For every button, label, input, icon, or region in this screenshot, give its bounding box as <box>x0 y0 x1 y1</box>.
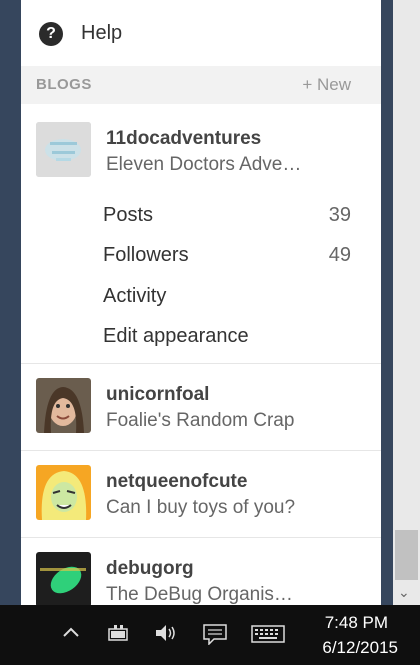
blogs-section-title: BLOGS <box>36 76 92 93</box>
blogs-section-header: BLOGS + New <box>21 66 381 104</box>
blog-entry[interactable]: unicornfoal Foalie's Random Crap <box>21 364 381 451</box>
help-menu-item[interactable]: ? Help <box>21 0 381 66</box>
blog-name[interactable]: 11docadventures <box>106 128 261 150</box>
blog-subtitle: Eleven Doctors Adve… <box>106 154 302 175</box>
battery-icon[interactable] <box>105 623 131 643</box>
blog-subtitle: The DeBug Organis… <box>106 584 293 605</box>
chevron-up-icon[interactable] <box>62 623 80 641</box>
edit-appearance-label: Edit appearance <box>103 325 249 347</box>
blog-followers-item[interactable]: Followers 49 <box>103 244 351 274</box>
clock-date[interactable]: 6/12/2015 <box>322 638 398 658</box>
posts-label: Posts <box>103 204 154 226</box>
activity-label: Activity <box>103 285 167 307</box>
blog-avatar[interactable] <box>36 122 91 177</box>
blog-activity-item[interactable]: Activity <box>103 285 351 315</box>
blog-edit-appearance-item[interactable]: Edit appearance <box>103 325 351 355</box>
blog-avatar <box>36 552 91 605</box>
windows-taskbar: 7:48 PM 6/12/2015 <box>0 605 420 665</box>
scrollbar-thumb[interactable] <box>395 530 418 580</box>
user-photo-icon <box>36 378 91 433</box>
blog-entry[interactable]: netqueenofcute Can I buy toys of you? <box>21 451 381 538</box>
blog-posts-item[interactable]: Posts 39 <box>103 204 351 234</box>
keyboard-icon[interactable] <box>251 623 285 645</box>
blog-name: unicornfoal <box>106 384 210 405</box>
blog-avatar <box>36 465 91 520</box>
blog-entry[interactable]: debugorg The DeBug Organis… <box>21 538 381 605</box>
bug-logo-icon <box>36 552 91 605</box>
blog-name: netqueenofcute <box>106 471 248 492</box>
volume-icon[interactable] <box>154 623 180 643</box>
blog-entry-primary: 11docadventures Eleven Doctors Adve… Pos… <box>21 104 381 364</box>
account-menu-panel: ? Help BLOGS + New 11docadventures Eleve… <box>21 0 381 605</box>
followers-count: 49 <box>328 244 351 266</box>
new-blog-button[interactable]: + New <box>302 75 351 95</box>
posts-count: 39 <box>328 204 351 226</box>
doctor-who-logo-icon <box>36 122 91 177</box>
cartoon-avatar-icon <box>36 465 91 520</box>
clock-time[interactable]: 7:48 PM <box>325 613 388 633</box>
scrollbar[interactable]: ⌄ <box>393 0 420 605</box>
blog-name: debugorg <box>106 558 194 579</box>
help-label: Help <box>81 22 123 44</box>
blog-subtitle: Can I buy toys of you? <box>106 497 296 518</box>
blog-avatar <box>36 378 91 433</box>
action-center-icon[interactable] <box>202 623 228 645</box>
followers-label: Followers <box>103 244 189 266</box>
blog-subtitle: Foalie's Random Crap <box>106 410 295 431</box>
scroll-down-arrow-icon[interactable]: ⌄ <box>398 584 410 601</box>
help-icon: ? <box>39 22 63 46</box>
